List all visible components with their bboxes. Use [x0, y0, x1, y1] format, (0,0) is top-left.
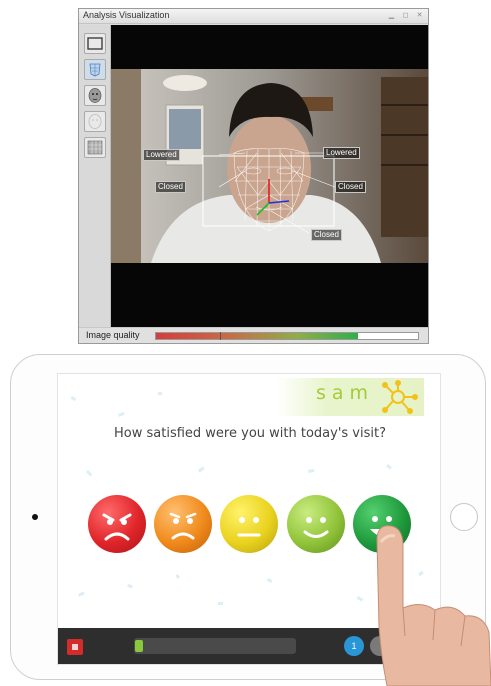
image-quality-meter: [155, 332, 419, 340]
bounding-box-button[interactable]: [84, 33, 106, 54]
camera-viewport: Lowered Lowered Closed Closed Closed: [111, 25, 428, 327]
wall-edge: [111, 69, 141, 263]
face-model-button[interactable]: [84, 85, 106, 106]
image-quality-label: Image quality: [86, 330, 140, 340]
left-brow-label: Lowered: [143, 149, 180, 161]
stop-icon: [72, 644, 78, 650]
face-mesh-icon: [89, 63, 101, 77]
survey-question: How satisfied were you with today's visi…: [114, 426, 386, 441]
neutral-face-button[interactable]: [220, 495, 278, 553]
image-quality-tick: [220, 332, 221, 340]
right-eye-label: Closed: [335, 181, 366, 193]
shelf-unit: [381, 77, 428, 237]
dissatisfied-face-button[interactable]: [154, 495, 212, 553]
very-dissatisfied-face-button[interactable]: [88, 495, 146, 553]
ceiling-lamp: [163, 75, 207, 91]
survey-progress-track: [134, 638, 296, 654]
image-quality-panel: Image quality: [79, 327, 428, 343]
sun-logo-icon: [382, 380, 418, 414]
minimize-icon[interactable]: ▁: [387, 12, 396, 20]
window-pane: [169, 109, 201, 149]
tool-sidebar: [79, 25, 111, 327]
brand-logo: sam: [276, 378, 424, 416]
survey-progress-fill: [135, 640, 144, 652]
restore-icon[interactable]: ◻: [401, 12, 410, 20]
logo-text: sam: [316, 382, 375, 404]
front-camera: [32, 514, 38, 520]
texture-icon: [87, 140, 103, 155]
smile-face-icon: [303, 517, 329, 538]
texture-button[interactable]: [84, 137, 106, 158]
neutral-face-icon: [237, 517, 261, 537]
face-mesh-button[interactable]: [84, 59, 106, 80]
pointing-hand: [376, 525, 491, 686]
title-bar: Analysis Visualization ▁ ◻ ✕: [79, 9, 428, 24]
close-icon[interactable]: ✕: [415, 12, 424, 20]
analysis-window: Analysis Visualization ▁ ◻ ✕ Lowered Low…: [78, 8, 429, 344]
camera-frame: [111, 69, 428, 263]
stop-button[interactable]: [67, 639, 83, 655]
face-outline-button[interactable]: [84, 111, 106, 132]
left-eye-label: Closed: [155, 181, 186, 193]
mouth-label: Closed: [311, 229, 342, 241]
face-outline-icon: [88, 114, 102, 129]
satisfied-face-button[interactable]: [287, 495, 345, 553]
window-title: Analysis Visualization: [83, 10, 170, 20]
right-brow-label: Lowered: [323, 147, 360, 159]
angry-face-icon: [102, 513, 132, 541]
image-quality-fill: [156, 333, 358, 339]
face-model-icon: [88, 88, 102, 103]
sad-face-icon: [169, 512, 197, 540]
bounding-box-icon: [87, 37, 103, 50]
